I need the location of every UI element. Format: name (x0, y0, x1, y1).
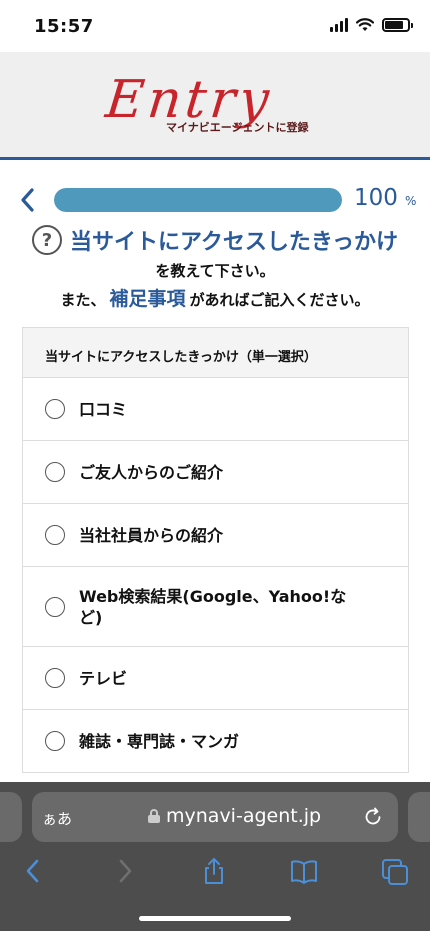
status-bar: 15:57 (0, 0, 430, 52)
option-item[interactable]: 雑誌・専門誌・マンガ (23, 710, 408, 773)
question-note-accent: 補足事項 (109, 288, 186, 310)
radio-button[interactable] (45, 462, 65, 482)
url-display[interactable]: mynavi-agent.jp (148, 805, 321, 827)
progress-value: 100 (354, 185, 398, 211)
bookmarks-icon[interactable] (289, 856, 319, 886)
progress-unit: % (405, 194, 417, 208)
options-card: 当サイトにアクセスしたきっかけ（単一選択） 口コミ ご友人からのご紹介 当社社員… (22, 327, 409, 773)
entry-banner: Entry マイナビエージェントに登録 (0, 52, 430, 160)
progress-bar-fill (54, 188, 342, 212)
back-icon[interactable] (18, 856, 48, 886)
url-text: mynavi-agent.jp (166, 805, 322, 827)
question-title: 当サイトにアクセスしたきっかけ (69, 230, 399, 255)
wifi-icon (356, 18, 374, 31)
entry-logo-subtitle: マイナビエージェントに登録 (166, 121, 309, 134)
option-label: 口コミ (79, 399, 128, 419)
reload-icon[interactable] (362, 806, 384, 828)
progress-row: 100 % (0, 184, 430, 216)
question-mark-icon: ? (31, 225, 62, 255)
radio-button[interactable] (45, 668, 65, 688)
option-item[interactable]: 口コミ (23, 378, 408, 441)
option-item[interactable]: ご友人からのご紹介 (23, 441, 408, 504)
cellular-signal-icon (330, 18, 348, 32)
option-label: Web検索結果(Google、Yahoo!など) (79, 586, 347, 627)
option-item[interactable]: 当社社員からの紹介 (23, 504, 408, 567)
next-tab-peek[interactable] (408, 792, 430, 842)
address-bar[interactable]: ぁあ mynavi-agent.jp (32, 792, 398, 842)
radio-button[interactable] (45, 596, 65, 617)
previous-tab-peek[interactable] (0, 792, 22, 842)
question-subtitle: を教えて下さい。 (155, 262, 275, 280)
battery-icon (382, 18, 413, 32)
status-icons (330, 18, 413, 32)
option-label: ご友人からのご紹介 (79, 462, 224, 482)
forward-icon[interactable] (110, 856, 140, 886)
option-label: テレビ (79, 668, 128, 688)
browser-bottom-bar: ぁあ mynavi-agent.jp (0, 782, 430, 931)
option-item[interactable]: テレビ (23, 647, 408, 710)
option-item[interactable]: Web検索結果(Google、Yahoo!など) (23, 567, 408, 647)
reader-settings-button[interactable]: ぁあ (42, 808, 72, 829)
browser-toolbar (0, 852, 430, 892)
share-icon[interactable] (199, 856, 229, 886)
radio-button[interactable] (45, 399, 65, 419)
radio-button[interactable] (45, 525, 65, 545)
question-note: また、 補足事項 があればご記入ください。 (0, 284, 430, 312)
lock-icon (148, 809, 160, 823)
tabs-icon[interactable] (380, 856, 410, 886)
option-label: 当社社員からの紹介 (79, 525, 224, 545)
option-label: 雑誌・専門誌・マンガ (79, 731, 240, 751)
radio-button[interactable] (45, 731, 65, 751)
question-heading: ? 当サイトにアクセスしたきっかけ を教えて下さい。 また、 補足事項 があれば… (0, 222, 430, 312)
question-note-prefix: また、 (60, 291, 106, 309)
options-card-header: 当サイトにアクセスしたきっかけ（単一選択） (23, 328, 408, 378)
status-time: 15:57 (34, 16, 94, 37)
back-chevron-icon[interactable] (14, 184, 42, 216)
home-indicator[interactable] (139, 916, 291, 921)
progress-bar (54, 188, 342, 212)
question-note-suffix: があればご記入ください。 (189, 291, 370, 309)
